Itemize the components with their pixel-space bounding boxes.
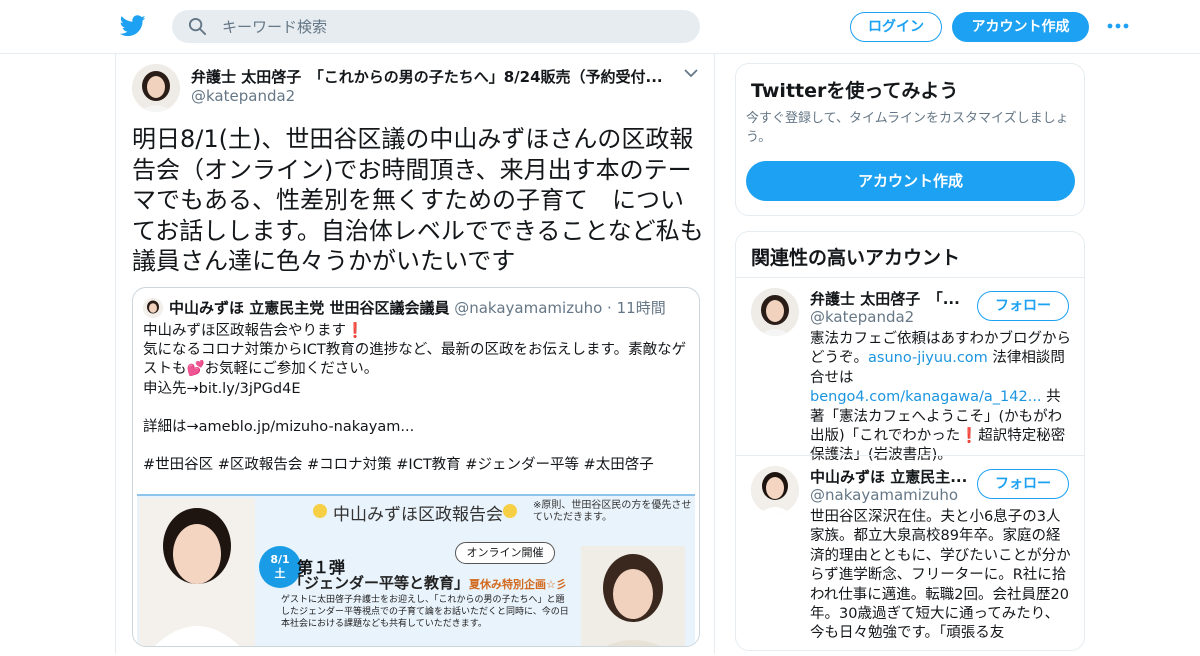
related-account-bio: 憲法カフェご依頼はあすわかブログからどうぞ。asuno-jiyuu.com 法律… [810, 330, 1072, 466]
search-input[interactable] [222, 10, 682, 43]
related-account-handle[interactable]: @katepanda2 [810, 308, 914, 326]
separator-dot: · [607, 299, 612, 317]
quoted-tweet[interactable]: 中山みずほ 立憲民主党 世田谷区議会議員 @nakayamamizuho · 1… [132, 287, 700, 647]
flyer-subtitle: 「ジェンダー平等と教育」夏休み特別企画☆彡 [289, 572, 567, 593]
chevron-down-icon[interactable] [684, 68, 698, 78]
follow-button[interactable]: フォロー [977, 291, 1069, 321]
flyer-dot-right [503, 504, 517, 518]
author-avatar[interactable] [132, 64, 180, 112]
related-account[interactable]: 弁護士 太田啓子 「... @katepanda2 フォロー 憲法カフェご依頼は… [736, 278, 1084, 463]
quoted-author-handle[interactable]: @nakayamamizuho [454, 299, 602, 317]
heart-icon: 💕 [186, 361, 205, 378]
bio-link[interactable]: asuno-jiyuu.com [868, 350, 988, 366]
flyer-badge-date: 8/1 [270, 553, 290, 566]
follow-button[interactable]: フォロー [977, 469, 1069, 499]
exclamation-icon: ❗ [346, 323, 365, 339]
try-twitter-card: Twitterを使ってみよう 今すぐ登録して、タイムラインをカスタマイズしましょ… [735, 63, 1085, 216]
search-box[interactable] [172, 10, 700, 43]
quoted-tweet-text: 中山みずほ区政報告会やります❗ 気になるコロナ対策からICT教育の進捗など、最新… [143, 322, 689, 476]
related-account[interactable]: 中山みずほ 立憲民主... @nakayamamizuho フォロー 世田谷区深… [736, 456, 1084, 656]
tweet-author-name[interactable]: 弁護士 太田啓子 「これからの男の子たちへ」8/24販売（予約受付... [191, 66, 671, 87]
flyer-title: 中山みずほ区政報告会 [333, 505, 503, 525]
quoted-author-avatar[interactable] [143, 298, 163, 318]
bio-link[interactable]: bengo4.com/kanagawa/a_142... [810, 389, 1042, 405]
quoted-tweet-header: 中山みずほ 立憲民主党 世田谷区議会議員 @nakayamamizuho · 1… [169, 297, 666, 318]
quoted-line-3: 申込先→bit.ly/3jPGd4E [143, 380, 301, 397]
related-account-bio: 世田谷区深沢在住。夫と小6息子の3人家族。都立大泉高校89年卒。家庭の経済的理由… [810, 509, 1071, 642]
search-icon [188, 17, 207, 36]
flyer-body: ゲストに太田啓子弁護士をお迎えし、「これからの男の子たちへ」と題したジェンダー平… [281, 595, 569, 629]
exclamation-icon: ❗ [960, 428, 979, 445]
top-nav-bar: ログイン アカウント作成 [0, 0, 1200, 54]
related-account-avatar-image [751, 466, 799, 514]
related-account-name[interactable]: 弁護士 太田啓子 「... [810, 288, 970, 309]
flyer-dot-left [313, 504, 327, 518]
tweet-author-handle[interactable]: @katepanda2 [191, 87, 295, 105]
quoted-tweet-time[interactable]: 11時間 [617, 299, 666, 317]
related-account-avatar[interactable] [751, 288, 799, 336]
quoted-hashtags: #世田谷区 #区政報告会 #コロナ対策 #ICT教育 #ジェンダー平等 #太田啓… [143, 457, 654, 474]
more-dots-icon[interactable] [1106, 18, 1130, 34]
quoted-line-2b: お気軽にご参加ください。 [204, 361, 379, 378]
related-account-name[interactable]: 中山みずほ 立憲民主... [810, 466, 970, 487]
twitter-bird-icon[interactable] [120, 14, 146, 38]
related-accounts-card: 関連性の高いアカウント 弁護士 太田啓子 「... @katepanda2 フォ… [735, 231, 1085, 651]
try-twitter-description: 今すぐ登録して、タイムラインをカスタマイズしましょう。 [746, 111, 1069, 145]
flyer-photo-left [139, 498, 255, 646]
event-flyer-image[interactable]: 中山みずほ区政報告会 ※原則、世田谷区民の方を優先させていただきます。 8/1 … [137, 494, 695, 646]
quoted-line-4: 詳細は→ameblo.jp/mizuho-nakayam... [143, 419, 415, 435]
related-account-handle[interactable]: @nakayamamizuho [810, 486, 958, 504]
quoted-author-name[interactable]: 中山みずほ 立憲民主党 世田谷区議会議員 [169, 299, 449, 317]
flyer-photo-left-image [139, 498, 255, 646]
tweet-text: 明日8/1(土)、世田谷区議の中山みずほさんの区政報告会（オンライン)でお時間頂… [132, 125, 704, 275]
related-account-avatar[interactable] [751, 466, 799, 514]
quoted-line-1: 中山みずほ区政報告会やります [143, 323, 346, 339]
related-accounts-title: 関連性の高いアカウント [751, 247, 961, 269]
flyer-subtitle-main: 「ジェンダー平等と教育」 [289, 574, 470, 592]
signup-button[interactable]: アカウント作成 [952, 12, 1089, 42]
flyer-note: ※原則、世田谷区民の方を優先させていただきます。 [533, 500, 692, 523]
flyer-subtitle-small: 夏休み特別企画☆彡 [469, 578, 567, 591]
flyer-photo-right-image [581, 546, 685, 646]
tweet-column: 弁護士 太田啓子 「これからの男の子たちへ」8/24販売（予約受付... @ka… [115, 54, 715, 654]
create-account-button[interactable]: アカウント作成 [746, 161, 1075, 201]
flyer-photo-right [581, 546, 685, 646]
quoted-author-avatar-image [143, 298, 163, 318]
login-button[interactable]: ログイン [850, 12, 942, 42]
flyer-online-label: オンライン開催 [455, 542, 555, 564]
try-twitter-title: Twitterを使ってみよう [751, 80, 959, 102]
related-account-avatar-image [751, 288, 799, 336]
author-avatar-image [132, 64, 180, 112]
